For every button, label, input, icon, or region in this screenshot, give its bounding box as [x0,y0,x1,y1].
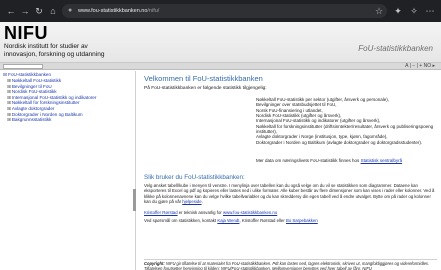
technical-contact: Kristoffer Rørstad er teknisk ansvarlig … [144,210,278,215]
expand-icon: ⊞ [7,111,11,117]
contact-link-rorstad[interactable]: Kristoffer Rørstad [144,210,178,215]
list-item: Nøkkeltall for forskningsinstitutter (dr… [256,123,434,129]
statistics-contact: Ved spørsmål om statistikken, kontakt Ka… [144,218,318,223]
expand-icon: ⊞ [7,117,11,123]
contact-link-wendt[interactable]: Kaja Wendt [217,218,239,223]
panel-resize-handle[interactable] [133,189,136,211]
list-item: Doktorgrader i Norden og Baltikum (avlag… [256,139,423,145]
browser-toolbar: ← → ↻ ⌂ ● www.fou-statistikkbanken.no/ni… [0,0,441,22]
logo-subtitle-line-2: innovasjon, forskning og utdanning [4,51,105,58]
site-header: NIFU Nordisk institutt for studier av in… [0,22,441,63]
expand-icon: ⊞ [7,83,11,89]
text-size-language-tools[interactable]: A | − | + NO ▸ [405,62,435,70]
expand-icon: ⊞ [7,78,11,83]
intro-text: På FoU-statistikkbanken er følgende stat… [144,86,267,91]
address-text[interactable]: www.fou-statistikkbanken.no/nifu/ [78,6,159,16]
copyright-notice: Copyright: NIFU gir tillatelse til at ma… [144,261,430,270]
search-input[interactable] [3,64,43,69]
help-page-link[interactable]: hjelpeside [182,199,201,204]
site-title: FoU-statistikkbanken [358,44,433,53]
sidebar-item-bakgrunn[interactable]: ⊞Bakgrunnsstatistikk [7,117,96,123]
address-bar[interactable]: ● www.fou-statistikkbanken.no/nifu/ [62,4,387,18]
extensions-icon[interactable]: ✧ [408,5,420,17]
forward-arrow-icon[interactable]: → [19,5,31,17]
favorite-star-icon[interactable]: ☆ [373,5,385,17]
topic-list: Nøkkeltall FoU-statistikk per sektor (ut… [256,97,433,145]
nifu-logo[interactable]: NIFU [4,24,48,42]
expand-icon: ⊞ [7,94,11,100]
sidebar-tree: ⊟ FoU-statistikkbanken ⊞Nøkkeltall FoU-s… [0,71,136,270]
more-icon[interactable]: ⋯ [424,5,436,17]
collections-icon[interactable]: ✦ [392,5,404,17]
more-data-note: Mer data om næringslivets FoU-statistikk… [256,158,403,163]
page-title: Velkommen til FoU-statistikkbanken [144,74,263,83]
back-arrow-icon[interactable]: ← [5,5,17,17]
logo-subtitle-line-1: Nordisk institutt for studier av [4,43,88,50]
site-link[interactable]: www.fou-statistikkbanken.no [223,210,277,215]
lock-icon: ● [68,7,73,14]
web-page: NIFU Nordisk institutt for studier av in… [0,22,441,270]
home-icon[interactable]: ⌂ [47,5,59,17]
main-content: Velkommen til FoU-statistikkbanken På Fo… [142,71,437,270]
expand-icon: ⊞ [7,89,11,95]
collapse-icon: ⊟ [3,72,7,77]
contact-link-sarpebakken[interactable]: Bo Sarpebakken [286,218,318,223]
refresh-icon[interactable]: ↻ [33,5,45,17]
expand-icon: ⊞ [7,100,11,106]
divider [144,259,437,260]
expand-icon: ⊞ [7,105,11,111]
toolbar-strip: A | − | + NO ▸ [0,63,441,70]
ssb-link[interactable]: Statistisk sentralbyrå [361,158,403,163]
how-to-paragraph: Velg ønsket tabell/kube i menyen til ven… [144,183,435,205]
section-heading: Slik bruker du FoU-statistikkbanken: [144,174,245,181]
